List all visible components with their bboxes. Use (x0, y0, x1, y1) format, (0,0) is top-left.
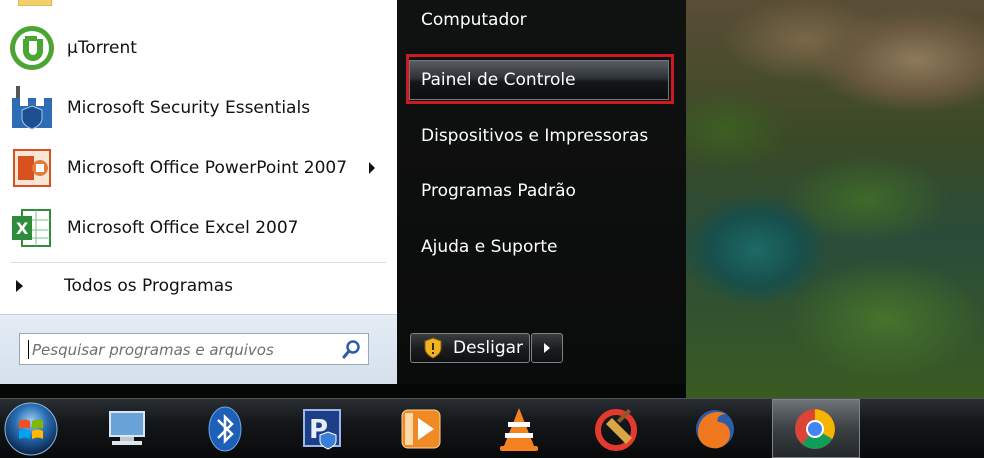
highlight-annotation-box (406, 54, 674, 104)
excel-icon: X (12, 209, 51, 247)
desktop-wallpaper (686, 0, 984, 398)
shield-icon (424, 337, 442, 359)
program-label: Microsoft Security Essentials (67, 98, 311, 118)
firefox-icon[interactable] (690, 404, 740, 454)
program-powerpoint[interactable]: Microsoft Office PowerPoint 2007 (0, 140, 390, 196)
chrome-icon[interactable] (790, 404, 840, 454)
security-essentials-icon (12, 86, 52, 130)
program-label: µTorrent (67, 38, 137, 58)
start-menu-programs-panel: µTorrent Microsoft Security Essentials M… (0, 0, 398, 385)
powerpoint-icon (13, 149, 51, 187)
windows-start-orb-icon[interactable] (2, 399, 60, 457)
program-label: Microsoft Office PowerPoint 2007 (67, 158, 348, 178)
text-caret (28, 340, 29, 359)
all-programs-item[interactable]: Todos os Programas (0, 268, 390, 304)
program-excel[interactable]: X Microsoft Office Excel 2007 (0, 200, 390, 256)
menu-item-computer[interactable]: Computador (409, 0, 669, 40)
bluetooth-icon[interactable] (200, 404, 250, 454)
menu-item-label: Ajuda e Suporte (421, 237, 558, 257)
vlc-icon[interactable] (494, 404, 544, 454)
search-icon[interactable] (342, 339, 362, 359)
menu-item-devices-printers[interactable]: Dispositivos e Impressoras (409, 116, 669, 156)
shutdown-label: Desligar (453, 338, 524, 358)
utorrent-icon (10, 26, 54, 70)
computer-network-icon[interactable] (102, 404, 152, 454)
program-security-essentials[interactable]: Microsoft Security Essentials (0, 80, 390, 136)
chevron-right-icon (544, 343, 550, 353)
menu-item-label: Computador (421, 10, 527, 30)
program-utorrent[interactable]: µTorrent (0, 20, 390, 76)
search-input[interactable] (30, 337, 334, 363)
ccleaner-icon[interactable] (592, 404, 642, 454)
submenu-arrow-icon[interactable] (369, 162, 375, 174)
menu-item-help-support[interactable]: Ajuda e Suporte (409, 227, 669, 267)
menu-item-label: Programas Padrão (421, 181, 576, 201)
shutdown-options-button[interactable] (531, 333, 563, 363)
pdf-app-icon[interactable]: P (298, 404, 348, 454)
search-area (0, 314, 397, 385)
shutdown-button[interactable]: Desligar (410, 333, 530, 363)
start-menu-bottom-edge (0, 384, 686, 398)
all-programs-arrow-icon (16, 280, 23, 292)
folder-icon (18, 0, 52, 6)
all-programs-label: Todos os Programas (64, 276, 234, 296)
menu-item-default-programs[interactable]: Programas Padrão (409, 171, 669, 211)
search-box[interactable] (19, 333, 369, 365)
media-player-icon[interactable] (396, 404, 446, 454)
taskbar: P (0, 398, 984, 458)
menu-divider (10, 262, 386, 263)
menu-item-label: Dispositivos e Impressoras (421, 126, 649, 146)
program-label: Microsoft Office Excel 2007 (67, 218, 299, 238)
svg-text:X: X (16, 219, 29, 238)
